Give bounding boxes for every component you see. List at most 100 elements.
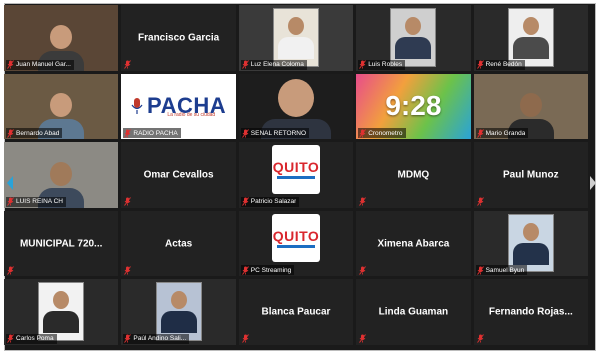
participant-label: [358, 265, 369, 275]
previous-page-button[interactable]: [6, 172, 14, 194]
participant-tile[interactable]: Juan Manuel Gar...: [4, 5, 119, 71]
participant-tile[interactable]: PACHA La radio de su ciudad RADIO PACHA: [121, 73, 236, 140]
participant-tile[interactable]: Paul Munoz: [473, 142, 588, 208]
muted-mic-icon: [241, 334, 249, 344]
participant-tile[interactable]: QUITO Patricio Salazar: [238, 142, 354, 208]
muted-mic-icon: [241, 60, 249, 69]
muted-mic-icon: [241, 197, 249, 207]
quito-logo: QUITO: [271, 213, 320, 263]
stopwatch-time: 9:28: [385, 90, 442, 122]
participant-tile[interactable]: Ximena Abarca: [356, 210, 471, 277]
muted-mic-icon: [124, 128, 132, 138]
participant-tile[interactable]: Luis Robles: [356, 5, 471, 71]
muted-mic-icon: [124, 266, 132, 275]
participant-name: Carlos Poma: [16, 335, 54, 343]
participant-tile[interactable]: Fernando Rojas...: [473, 279, 588, 345]
participant-name: Cronometro: [368, 129, 403, 137]
participant-label: René Bedón: [475, 59, 525, 70]
participant-tile[interactable]: Omar Cevallos: [121, 142, 236, 208]
participant-name: Omar Cevallos: [143, 169, 214, 181]
participant-tile[interactable]: René Bedón: [473, 5, 588, 71]
participant-label: Juan Manuel Gar...: [6, 59, 74, 70]
participant-name: Blanca Paucar: [261, 306, 331, 318]
participant-video: [155, 282, 202, 341]
participant-name: René Bedón: [485, 61, 522, 69]
participant-name: Paúl Andino Sali...: [133, 335, 187, 343]
participant-label: Luz Elena Coloma: [240, 59, 307, 70]
muted-mic-icon: [241, 266, 249, 275]
chevron-right-icon: [590, 176, 596, 190]
logo-wave: [276, 245, 315, 249]
muted-mic-icon: [359, 60, 367, 69]
participant-name: RADIO PACHA: [133, 129, 178, 137]
participant-tile[interactable]: SEÑAL RETORNO: [238, 73, 354, 140]
participant-label: [476, 334, 487, 344]
participant-label: Mario Granda: [475, 128, 529, 139]
participant-name: SEÑAL RETORNO: [250, 129, 307, 137]
participant-label: Patricio Salazar: [240, 196, 300, 207]
participant-label: Bernardo Abad: [6, 128, 63, 139]
participant-tile[interactable]: LUIS REINA CH: [4, 142, 119, 208]
participant-name: Bernardo Abad: [16, 129, 60, 137]
participant-tile[interactable]: MDMQ: [356, 142, 471, 208]
participant-name: Samuel Byun: [485, 266, 525, 274]
participant-label: [123, 60, 134, 70]
participant-tile[interactable]: MUNICIPAL 720...: [4, 210, 119, 277]
participant-tile[interactable]: Bernardo Abad: [4, 73, 119, 140]
participant-grid: Juan Manuel Gar... Francisco Garcia Luz …: [4, 5, 588, 345]
participant-tile[interactable]: Paúl Andino Sali...: [121, 279, 236, 345]
participant-tile[interactable]: Luz Elena Coloma: [238, 5, 354, 71]
participant-name: MUNICIPAL 720...: [19, 238, 103, 250]
participant-name: Fernando Rojas...: [488, 306, 573, 318]
participant-video: [507, 8, 554, 67]
participant-name: PC Streaming: [250, 266, 292, 274]
participant-label: [241, 334, 252, 344]
participant-tile[interactable]: Francisco Garcia: [121, 5, 236, 71]
muted-mic-icon: [476, 128, 484, 138]
participant-label: Luis Robles: [358, 59, 406, 70]
participant-label: [476, 197, 487, 207]
participant-tile[interactable]: QUITO PC Streaming: [238, 210, 354, 277]
muted-mic-icon: [359, 197, 367, 207]
participant-video: [38, 282, 85, 341]
participant-name: LUIS REINA CH: [16, 198, 63, 206]
muted-mic-icon: [7, 197, 14, 207]
logo-text: QUITO: [272, 228, 320, 245]
participant-tile[interactable]: Carlos Poma: [4, 279, 119, 345]
logo-wave: [276, 176, 315, 180]
participant-name: Ximena Abarca: [377, 238, 450, 250]
muted-mic-icon: [7, 266, 14, 275]
participant-label: [123, 197, 134, 207]
participant-tile[interactable]: Linda Guaman: [356, 279, 471, 345]
muted-mic-icon: [476, 334, 484, 344]
participant-name: Actas: [164, 238, 193, 250]
chevron-left-icon: [7, 176, 13, 190]
participant-label: Cronometro: [358, 128, 406, 139]
participant-name: Luis Robles: [368, 61, 403, 69]
quito-logo: QUITO: [271, 145, 320, 194]
participant-name: Mario Granda: [485, 129, 526, 137]
participant-tile[interactable]: Blanca Paucar: [238, 279, 354, 345]
participant-label: Samuel Byun: [475, 265, 528, 276]
participant-tile[interactable]: 9:28 Cronometro: [356, 73, 471, 140]
next-page-button[interactable]: [589, 172, 597, 194]
muted-mic-icon: [7, 334, 14, 344]
participant-label: PC Streaming: [240, 265, 295, 276]
participant-label: Paúl Andino Sali...: [123, 333, 190, 344]
muted-mic-icon: [359, 334, 367, 344]
muted-mic-icon: [124, 334, 132, 344]
participant-tile[interactable]: Mario Granda: [473, 73, 588, 140]
participant-label: Carlos Poma: [6, 333, 57, 344]
muted-mic-icon: [476, 197, 484, 207]
microphone-logo-icon: [131, 98, 143, 115]
participant-video: [390, 8, 437, 67]
participant-label: [358, 197, 369, 207]
participant-video: [507, 213, 554, 273]
participant-label: SEÑAL RETORNO: [240, 128, 310, 139]
muted-mic-icon: [476, 266, 484, 275]
muted-mic-icon: [124, 197, 132, 207]
participant-tile[interactable]: Actas: [121, 210, 236, 277]
logo-text: QUITO: [272, 159, 320, 176]
participant-tile[interactable]: Samuel Byun: [473, 210, 588, 277]
participant-video: [272, 8, 319, 67]
